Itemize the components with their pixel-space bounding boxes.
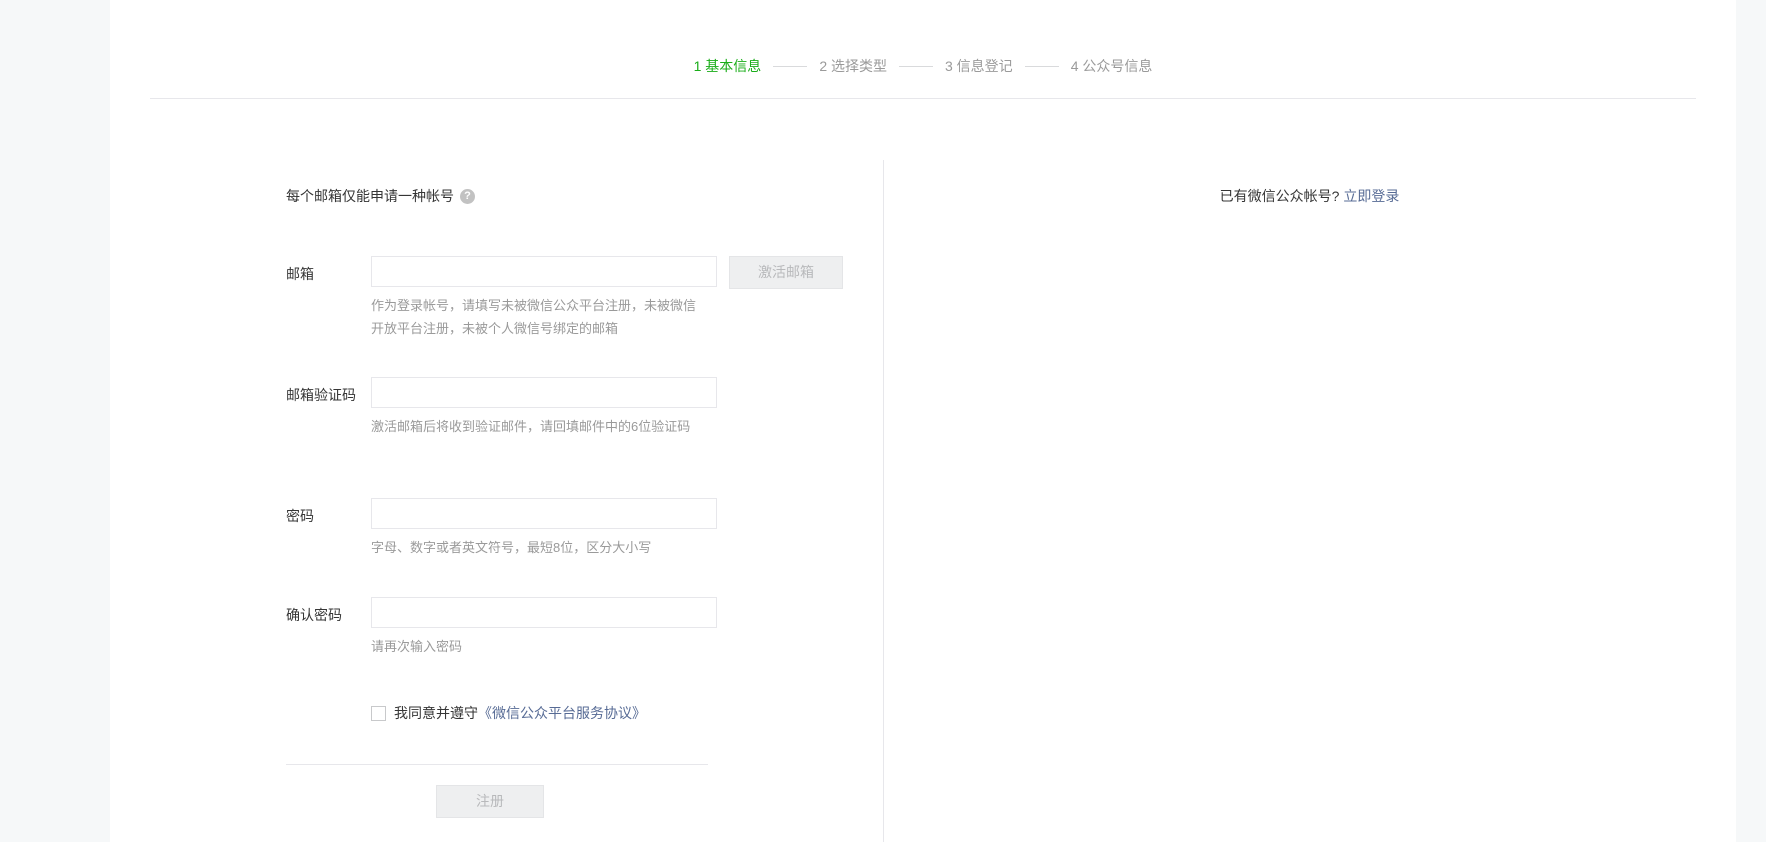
login-hint-text: 已有微信公众帐号? (1219, 188, 1340, 204)
form-divider (286, 764, 708, 765)
email-code-tip: 激活邮箱后将收到验证邮件，请回填邮件中的6位验证码 (371, 419, 691, 434)
step-connector (899, 65, 933, 67)
step-connector (773, 65, 808, 67)
email-code-label: 邮箱验证码 (286, 387, 356, 403)
agreement-prefix: 我同意并遵守 (394, 705, 478, 721)
column-divider (883, 160, 884, 842)
confirm-password-label: 确认密码 (286, 607, 342, 623)
register-button[interactable]: 注册 (436, 785, 544, 818)
password-input[interactable] (371, 498, 717, 529)
agreement-checkbox[interactable] (371, 705, 386, 721)
login-hint: 已有微信公众帐号? 立即登录 (883, 186, 1736, 206)
step-indicator: 1 基本信息 2 选择类型 3 信息登记 4 公众号信息 (110, 56, 1736, 76)
step-connector (1024, 65, 1059, 67)
email-notice: 每个邮箱仅能申请一种帐号 ? (286, 186, 475, 206)
register-card: 1 基本信息 2 选择类型 3 信息登记 4 公众号信息 每个邮箱仅能申请一种帐… (110, 0, 1736, 842)
login-link[interactable]: 立即登录 (1343, 188, 1399, 204)
step-basic-info: 1 基本信息 (693, 58, 762, 74)
step-select-type: 2 选择类型 (819, 58, 887, 74)
email-code-input[interactable] (371, 377, 717, 408)
email-input[interactable] (371, 256, 717, 287)
step-account-info: 4 公众号信息 (1070, 58, 1153, 74)
help-icon[interactable]: ? (460, 188, 475, 204)
email-label: 邮箱 (286, 266, 314, 282)
notice-text: 每个邮箱仅能申请一种帐号 (286, 188, 454, 204)
email-tip: 作为登录帐号，请填写未被微信公众平台注册，未被微信开放平台注册，未被个人微信号绑… (371, 298, 697, 336)
confirm-password-input[interactable] (371, 597, 717, 628)
password-tip: 字母、数字或者英文符号，最短8位，区分大小写 (371, 540, 652, 555)
agreement-link[interactable]: 《微信公众平台服务协议》 (478, 703, 646, 723)
agreement-row: 我同意并遵守 《微信公众平台服务协议》 (371, 703, 646, 723)
step-info-register: 3 信息登记 (945, 58, 1013, 74)
confirm-password-tip: 请再次输入密码 (371, 639, 463, 654)
header-divider (150, 98, 1696, 99)
password-label: 密码 (286, 508, 314, 524)
activate-email-button[interactable]: 激活邮箱 (729, 256, 843, 289)
